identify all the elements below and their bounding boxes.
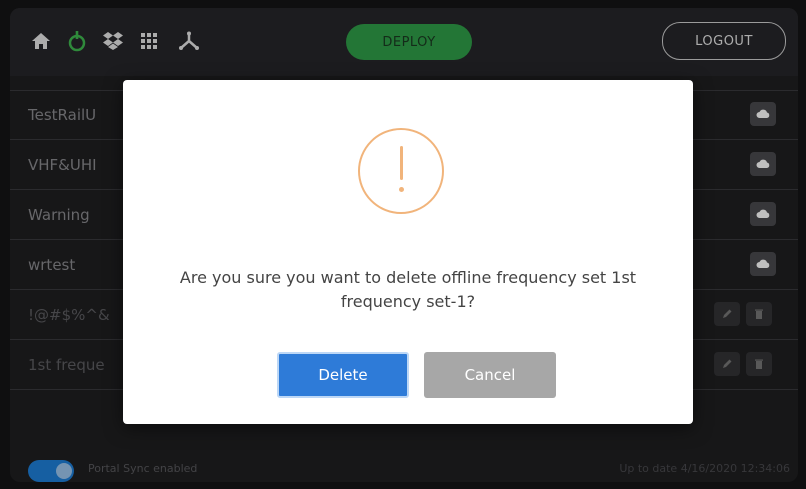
warning-dot xyxy=(399,187,404,192)
dialog-message: Are you sure you want to delete offline … xyxy=(179,268,637,311)
delete-button[interactable]: Delete xyxy=(277,352,409,398)
cancel-button[interactable]: Cancel xyxy=(424,352,556,398)
warning-icon xyxy=(358,128,444,214)
app-screen: DEPLOY LOGOUT TestRailU VHF&UHI Warning … xyxy=(10,8,798,482)
delete-confirm-dialog: Are you sure you want to delete offline … xyxy=(123,80,693,424)
warning-bar xyxy=(400,146,403,180)
